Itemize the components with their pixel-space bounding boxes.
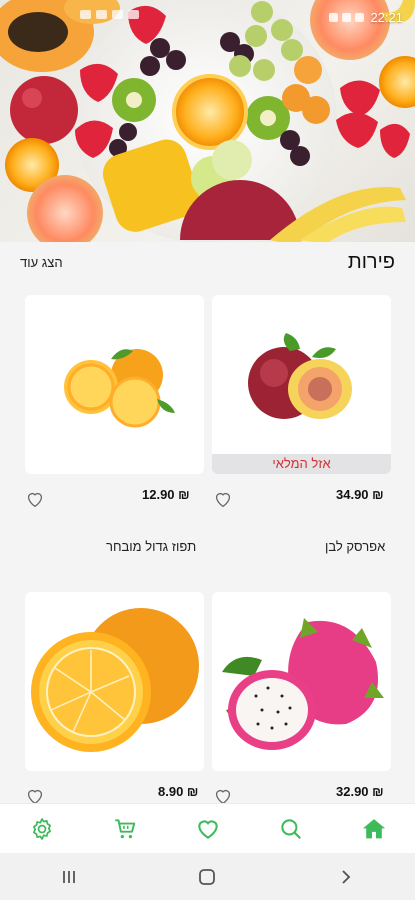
nav-search[interactable] (271, 809, 311, 849)
section-title: פירות (347, 250, 395, 273)
out-of-stock-badge: אזל המלאי (212, 454, 391, 474)
show-more-link[interactable]: הצג עוד (20, 255, 63, 270)
product-card[interactable] (212, 592, 391, 771)
product-price: 12.90 ₪ (142, 487, 190, 502)
product-card[interactable] (25, 295, 204, 474)
recent-apps-icon (63, 870, 76, 883)
nav-cart[interactable] (105, 809, 145, 849)
product-image-peach (248, 333, 352, 419)
home-button[interactable] (187, 862, 227, 892)
heart-icon (197, 819, 218, 839)
status-bar: 22:21 (329, 10, 403, 25)
gear-icon (32, 817, 51, 840)
product-card[interactable]: אזל המלאי (212, 295, 391, 474)
product-price: 8.90 ₪ (158, 784, 199, 799)
nav-home[interactable] (354, 809, 394, 849)
product-image-orange (64, 349, 175, 428)
product-card[interactable] (25, 592, 204, 771)
cart-icon (114, 818, 135, 838)
fruit-platter-image (0, 0, 415, 242)
hero-banner: 22:21 (0, 0, 415, 242)
nav-settings[interactable] (22, 809, 62, 849)
product-name: אפרסק לבן (325, 539, 386, 554)
status-icons (329, 13, 365, 22)
back-button[interactable] (326, 862, 366, 892)
status-time: 22:21 (370, 10, 403, 25)
product-name: תפוז גדול מובחר (106, 539, 197, 554)
bottom-navigation (0, 803, 415, 853)
heart-icon[interactable] (24, 488, 46, 510)
search-icon (280, 818, 301, 839)
home-square-icon (199, 868, 216, 885)
product-price: 34.90 ₪ (336, 487, 384, 502)
product-price: 32.90 ₪ (336, 784, 384, 799)
nav-favorites[interactable] (188, 809, 228, 849)
recent-apps-button[interactable] (49, 862, 89, 892)
heart-icon[interactable] (212, 488, 234, 510)
product-image-big-orange (31, 608, 199, 752)
product-image-dragon-fruit (222, 618, 384, 750)
system-navigation-bar (0, 853, 415, 900)
home-icon (362, 818, 385, 838)
notification-icons (80, 10, 139, 19)
chevron-right-icon (342, 869, 351, 884)
section-header: הצג עוד פירות (0, 242, 415, 282)
